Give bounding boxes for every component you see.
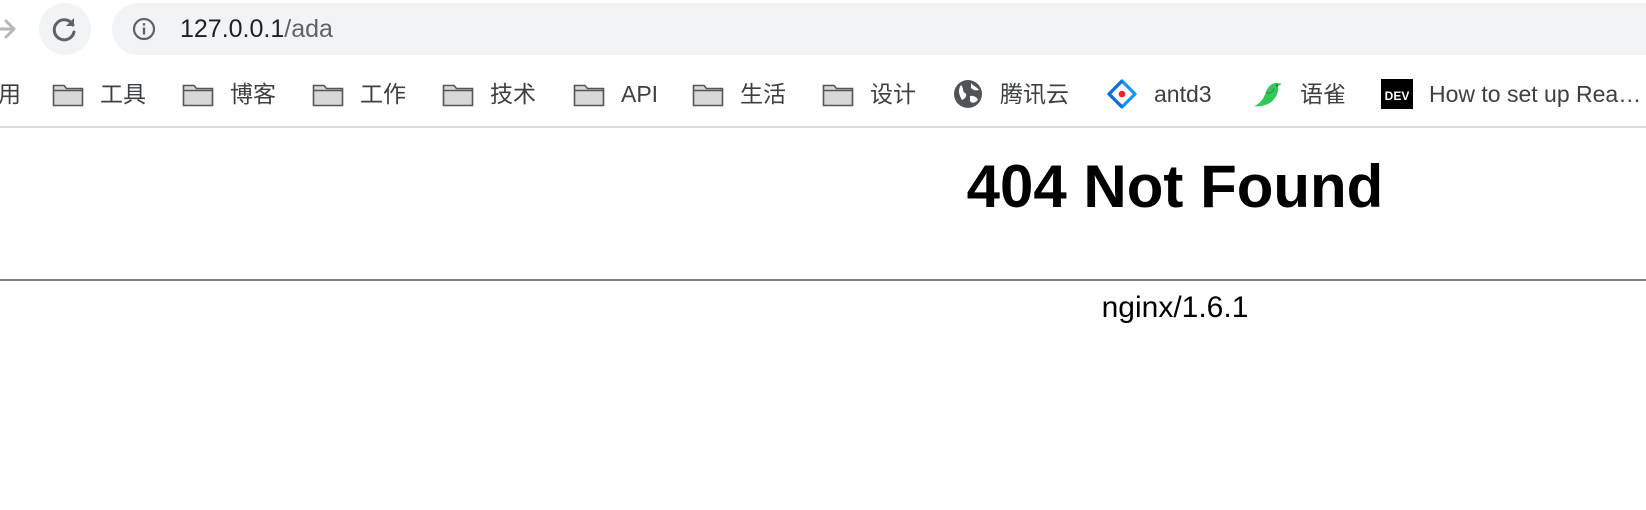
bookmark-label: 生活: [740, 81, 786, 107]
bookmark-yuque[interactable]: 语雀: [1252, 62, 1346, 126]
address-bar[interactable]: 127.0.0.1/ada: [112, 3, 1646, 55]
bookmark-folder-life[interactable]: 生活: [692, 62, 786, 126]
bookmark-label: 语雀: [1300, 81, 1346, 107]
bookmark-label: 技术: [490, 81, 536, 107]
folder-icon: [692, 78, 724, 110]
bookmark-label: antd3: [1154, 81, 1212, 107]
folder-icon: [573, 78, 605, 110]
folder-icon: [822, 78, 854, 110]
error-heading: 404 Not Found: [966, 153, 1384, 220]
reload-icon: [52, 18, 76, 42]
bookmark-label: 腾讯云: [1000, 81, 1069, 107]
bookmark-antd3[interactable]: antd3: [1106, 62, 1212, 126]
url-text[interactable]: 127.0.0.1/ada: [180, 3, 333, 55]
horizontal-rule: [0, 279, 1646, 281]
bookmark-label: How to set up Rea…: [1429, 81, 1642, 107]
bookmark-label: 博客: [230, 81, 276, 107]
url-path: /ada: [284, 15, 333, 43]
forward-arrow-icon[interactable]: [0, 14, 18, 44]
bookmark-label: 设计: [870, 81, 916, 107]
folder-icon: [182, 78, 214, 110]
bookmark-folder-tech[interactable]: 技术: [442, 62, 536, 126]
bookmark-folder-work[interactable]: 工作: [312, 62, 406, 126]
bookmark-label: 工具: [100, 81, 146, 107]
yuque-bird-icon: [1252, 78, 1284, 110]
browser-toolbar: 127.0.0.1/ada: [0, 0, 1646, 60]
bookmark-dev-article[interactable]: DEV How to set up Rea…: [1381, 62, 1641, 126]
folder-icon: [52, 78, 84, 110]
server-signature: nginx/1.6.1: [1101, 291, 1249, 324]
info-icon[interactable]: [132, 17, 156, 41]
bookmarks-bar: 用 工具 博客 工作 技术 API 生活 设计 腾讯云 antd3 语雀 DEV…: [0, 62, 1646, 128]
page-content: 404 Not Found nginx/1.6.1: [0, 128, 1646, 510]
bookmark-label: 工作: [360, 81, 406, 107]
dev-logo-icon: DEV: [1381, 78, 1413, 110]
antd-logo-icon: [1106, 78, 1138, 110]
bookmark-folder-design[interactable]: 设计: [822, 62, 916, 126]
bookmark-tencent-cloud[interactable]: 腾讯云: [952, 62, 1069, 126]
bookmark-label: 用: [0, 81, 21, 107]
bookmark-folder-api[interactable]: API: [573, 62, 658, 126]
globe-icon: [952, 78, 984, 110]
bookmark-label: API: [621, 81, 659, 107]
bookmark-folder-blog[interactable]: 博客: [182, 62, 276, 126]
folder-icon: [442, 78, 474, 110]
bookmark-item[interactable]: 用: [0, 62, 21, 126]
dev-logo-text: DEV: [1385, 89, 1410, 103]
url-host: 127.0.0.1: [180, 15, 285, 43]
bookmark-folder-tools[interactable]: 工具: [52, 62, 146, 126]
folder-icon: [312, 78, 344, 110]
reload-button[interactable]: [39, 3, 91, 55]
